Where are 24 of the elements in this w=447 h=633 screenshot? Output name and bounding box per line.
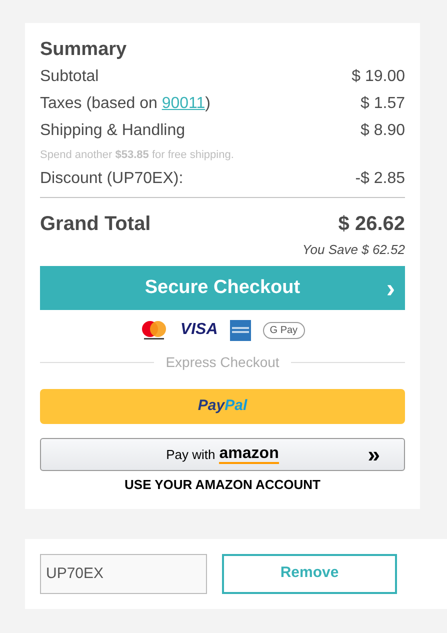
line-label: Taxes (based on 90011) — [40, 94, 210, 114]
amazon-pay-button[interactable]: Pay with amazon » — [40, 438, 405, 471]
coupon-field[interactable]: UP70EX — [40, 554, 207, 594]
line-label: Subtotal — [40, 67, 99, 87]
discount-label: Discount (UP70EX): — [40, 169, 184, 189]
line-value: $ 1.57 — [360, 94, 405, 114]
line-value: $ 19.00 — [352, 67, 405, 87]
chevron-icon: › — [386, 275, 395, 301]
express-checkout-label: Express Checkout — [166, 353, 280, 372]
visa-logo: VISA — [180, 320, 218, 340]
grand-total-label: Grand Total — [40, 212, 151, 237]
savings-text: You Save $ 62.52 — [302, 241, 405, 259]
line-value: $ 8.90 — [360, 121, 405, 141]
summary-title: Summary — [40, 38, 128, 62]
line-label: Shipping & Handling — [40, 121, 185, 141]
card-icon — [230, 320, 251, 340]
mastercard-icon — [140, 320, 168, 340]
discount-value: -$ 2.85 — [355, 169, 405, 189]
double-chevron-icon: » — [368, 444, 380, 466]
gpay-logo: G Pay — [262, 322, 305, 338]
paypal-button[interactable]: PayPal — [40, 389, 405, 424]
grand-total-value: $ 26.62 — [338, 212, 405, 237]
shipping-note: Spend another $53.85 for free shipping. — [40, 148, 235, 163]
amazon-account-note: USE YOUR AMAZON ACCOUNT — [124, 476, 320, 494]
